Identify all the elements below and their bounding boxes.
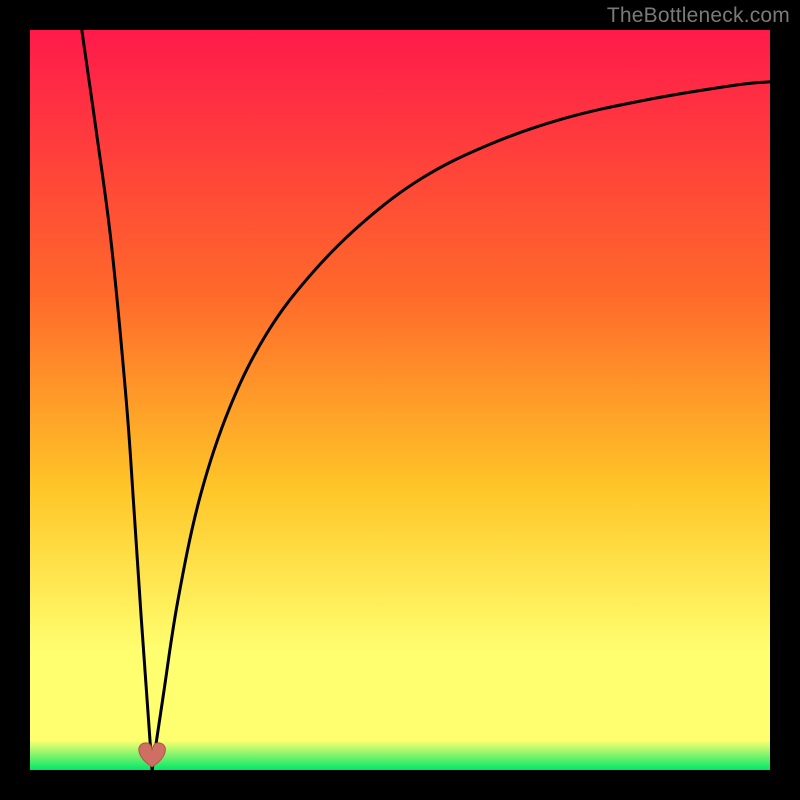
plot-area [30, 30, 770, 770]
watermark-text: TheBottleneck.com [607, 4, 790, 28]
gradient-background [30, 30, 770, 770]
chart-svg [30, 30, 770, 770]
chart-frame: TheBottleneck.com [0, 0, 800, 800]
